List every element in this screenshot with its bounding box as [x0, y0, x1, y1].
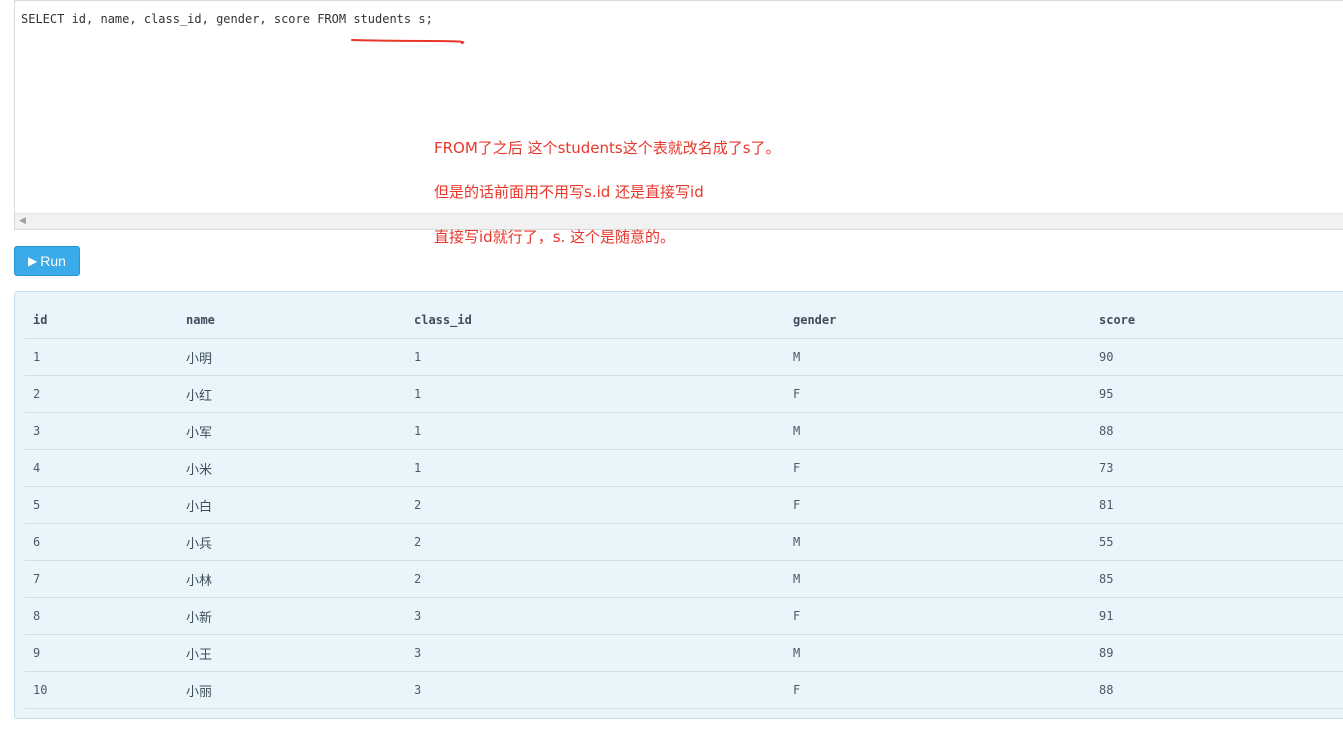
column-header-gender: gender [785, 301, 1091, 339]
table-row: 8 小新 3 F 91 [25, 597, 1343, 635]
cell-gender: F [785, 449, 1091, 487]
table-row: 1 小明 1 M 90 [25, 338, 1343, 376]
cell-name: 小红 [178, 375, 406, 413]
cell-name: 小米 [178, 449, 406, 487]
sql-code[interactable]: SELECT id, name, class_id, gender, score… [21, 12, 433, 26]
table-row: 10 小丽 3 F 88 [25, 671, 1343, 709]
annotation-line-1: FROM了之后 这个students这个表就改名成了s了。 [434, 139, 781, 157]
cell-id: 4 [25, 449, 178, 487]
cell-class-id: 1 [406, 375, 785, 413]
cell-gender: M [785, 523, 1091, 561]
cell-id: 9 [25, 634, 178, 672]
cell-id: 8 [25, 597, 178, 635]
annotation-line-3: 直接写id就行了，s. 这个是随意的。 [434, 228, 676, 246]
cell-class-id: 2 [406, 486, 785, 524]
play-icon: ▶ [28, 254, 38, 268]
cell-score: 89 [1091, 634, 1343, 672]
cell-score: 55 [1091, 523, 1343, 561]
cell-gender: F [785, 375, 1091, 413]
cell-score: 90 [1091, 338, 1343, 376]
cell-id: 5 [25, 486, 178, 524]
cell-gender: M [785, 634, 1091, 672]
column-header-name: name [178, 301, 406, 339]
column-header-id: id [25, 301, 178, 339]
cell-class-id: 3 [406, 671, 785, 709]
horizontal-scrollbar[interactable]: ◀ [15, 213, 1343, 229]
cell-gender: F [785, 486, 1091, 524]
table-row: 6 小兵 2 M 55 [25, 523, 1343, 561]
table-row: 5 小白 2 F 81 [25, 486, 1343, 524]
cell-score: 95 [1091, 375, 1343, 413]
cell-class-id: 3 [406, 634, 785, 672]
run-button[interactable]: ▶ Run [14, 246, 80, 276]
run-button-label: Run [40, 253, 66, 269]
table-row: 2 小红 1 F 95 [25, 375, 1343, 413]
cell-class-id: 1 [406, 449, 785, 487]
cell-name: 小明 [178, 338, 406, 376]
cell-id: 10 [25, 671, 178, 709]
cell-name: 小新 [178, 597, 406, 635]
cell-gender: M [785, 560, 1091, 598]
cell-name: 小军 [178, 412, 406, 450]
cell-score: 88 [1091, 671, 1343, 709]
cell-gender: F [785, 671, 1091, 709]
cell-score: 91 [1091, 597, 1343, 635]
cell-gender: F [785, 597, 1091, 635]
cell-gender: M [785, 412, 1091, 450]
cell-class-id: 2 [406, 523, 785, 561]
result-panel: id name class_id gender score 1 小明 1 M 9… [14, 291, 1343, 719]
cell-score: 81 [1091, 486, 1343, 524]
column-header-score: score [1091, 301, 1343, 339]
annotation-line-2: 但是的话前面用不用写s.id 还是直接写id [434, 183, 704, 201]
table-row: 9 小王 3 M 89 [25, 634, 1343, 672]
cell-name: 小丽 [178, 671, 406, 709]
table-header-row: id name class_id gender score [25, 301, 1343, 339]
cell-id: 2 [25, 375, 178, 413]
cell-score: 73 [1091, 449, 1343, 487]
cell-id: 7 [25, 560, 178, 598]
red-underline-mark [351, 39, 465, 44]
table-row: 7 小林 2 M 85 [25, 560, 1343, 598]
cell-name: 小林 [178, 560, 406, 598]
cell-score: 85 [1091, 560, 1343, 598]
scroll-left-arrow-icon[interactable]: ◀ [19, 216, 26, 226]
cell-id: 3 [25, 412, 178, 450]
cell-class-id: 2 [406, 560, 785, 598]
cell-name: 小王 [178, 634, 406, 672]
cell-name: 小兵 [178, 523, 406, 561]
cell-id: 6 [25, 523, 178, 561]
cell-name: 小白 [178, 486, 406, 524]
cell-class-id: 3 [406, 597, 785, 635]
table-row: 3 小军 1 M 88 [25, 412, 1343, 450]
cell-id: 1 [25, 338, 178, 376]
table-row: 4 小米 1 F 73 [25, 449, 1343, 487]
cell-gender: M [785, 338, 1091, 376]
cell-class-id: 1 [406, 412, 785, 450]
cell-score: 88 [1091, 412, 1343, 450]
cell-class-id: 1 [406, 338, 785, 376]
column-header-class-id: class_id [406, 301, 785, 339]
result-table: id name class_id gender score 1 小明 1 M 9… [25, 301, 1343, 709]
